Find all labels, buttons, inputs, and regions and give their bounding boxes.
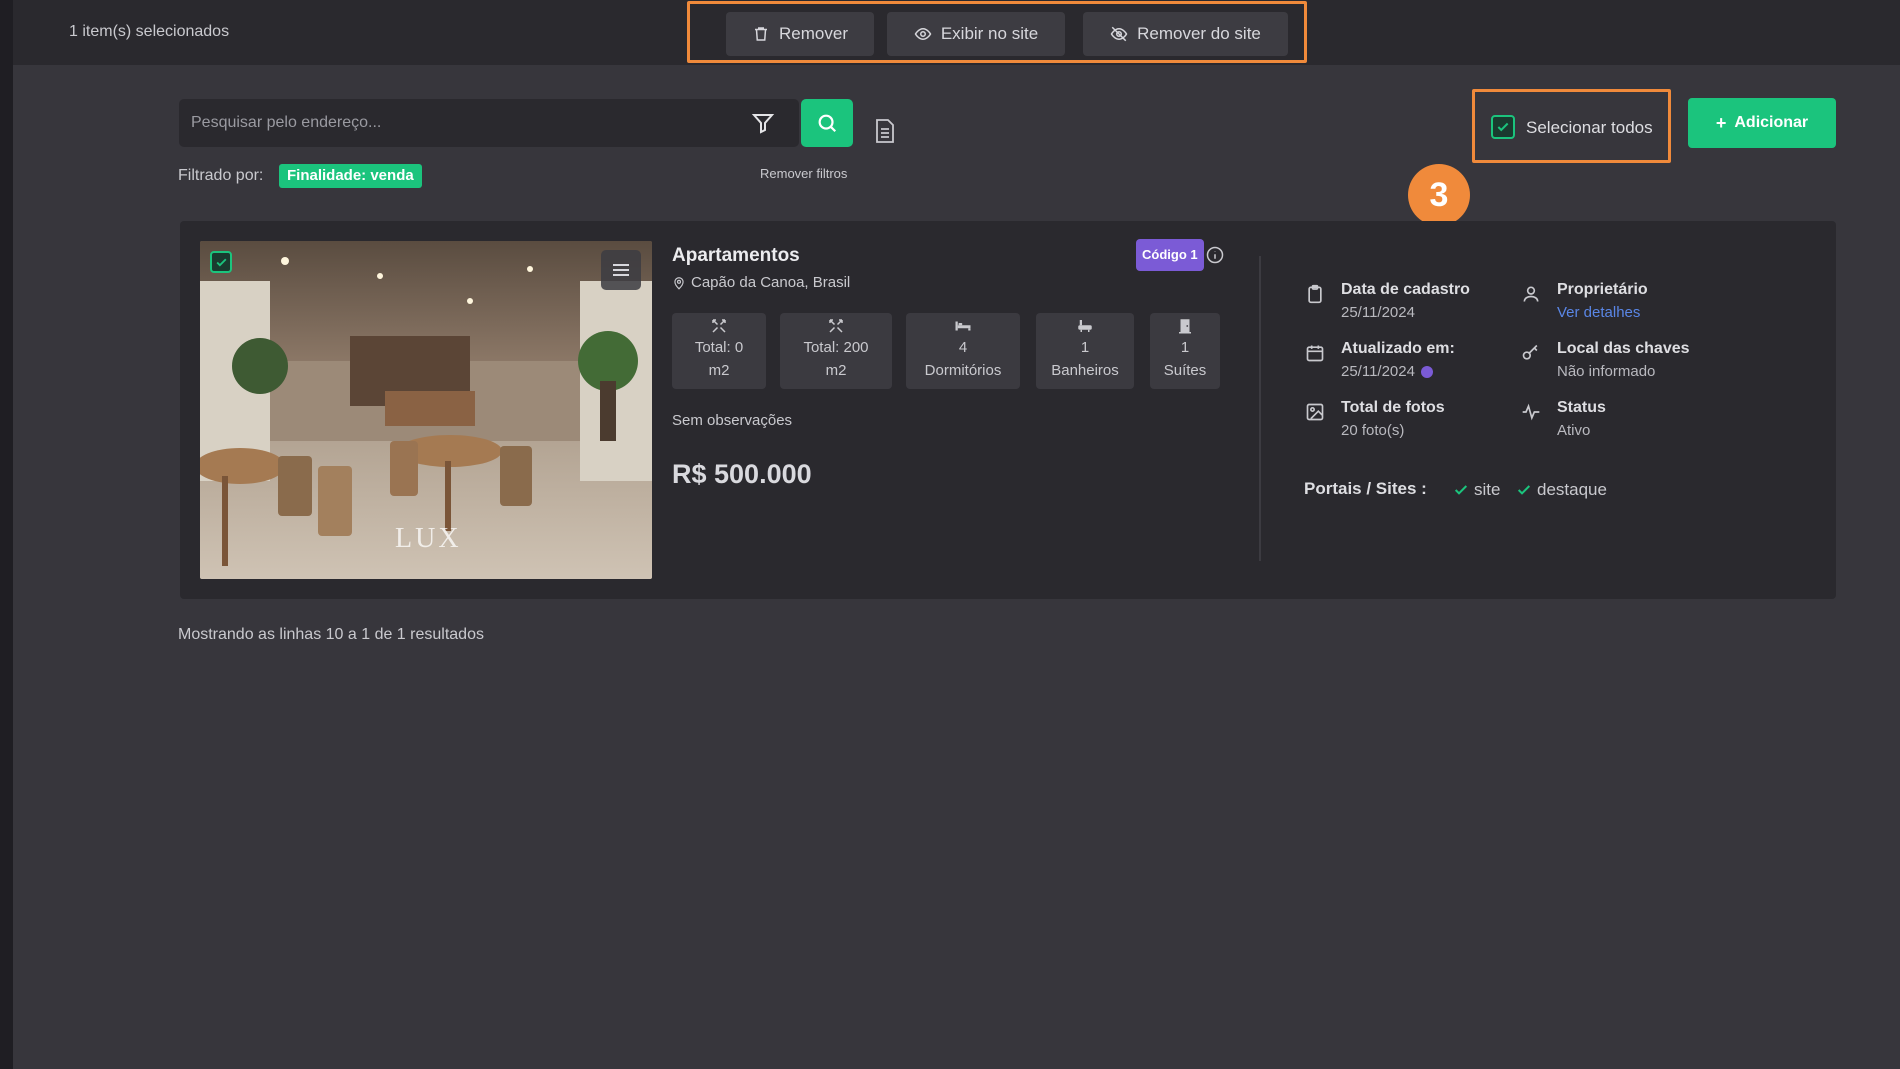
remove-from-site-button[interactable]: Remover do site [1083, 12, 1288, 56]
active-filter-chip[interactable]: Finalidade: venda [279, 164, 422, 188]
owner-details-link[interactable]: Ver detalhes [1557, 304, 1640, 321]
listing-location: Capão da Canoa, Brasil [672, 274, 850, 291]
created-value: 25/11/2024 [1341, 304, 1415, 321]
feature-value: 1 [1080, 339, 1090, 356]
updated-value: 25/11/2024 [1341, 363, 1415, 380]
select-all-checkbox[interactable] [1491, 115, 1515, 139]
listing-price: R$ 500.000 [672, 459, 812, 489]
updated-value-row: 25/11/2024 [1341, 363, 1433, 380]
listing-menu-button[interactable] [601, 250, 641, 290]
feature-value: Total: 200 [803, 339, 869, 356]
updated-label: Atualizado em: [1341, 340, 1455, 357]
filtered-by-label: Filtrado por: [178, 167, 264, 184]
feature-bedrooms: 4 Dormitórios [906, 313, 1020, 389]
activity-icon [1522, 403, 1540, 421]
status-label: Status [1557, 399, 1606, 416]
door-icon [1179, 319, 1191, 334]
eye-off-icon [1110, 26, 1128, 42]
image-icon [1306, 403, 1324, 421]
clipboard-icon [1308, 284, 1322, 304]
show-on-site-button[interactable]: Exibir no site [887, 12, 1065, 56]
search-bar [179, 99, 799, 147]
show-on-site-label: Exibir no site [940, 24, 1039, 43]
card-divider [1259, 256, 1261, 561]
status-dot [1420, 366, 1433, 379]
code-badge: Código 1 [1136, 239, 1204, 271]
feature-unit: Banheiros [1051, 362, 1119, 379]
select-all-highlight: Selecionar todos [1472, 89, 1671, 163]
location-text: Capão da Canoa, Brasil [691, 274, 851, 291]
area-icon [712, 319, 726, 333]
feature-total-area-2: Total: 200 m2 [780, 313, 892, 389]
select-all-label[interactable]: Selecionar todos [1526, 118, 1653, 138]
property-photo[interactable]: LUX [200, 241, 652, 579]
check-icon [1454, 485, 1468, 495]
area-icon [829, 319, 843, 333]
portals-label: Portais / Sites : [1304, 479, 1427, 498]
feature-unit: m2 [708, 362, 730, 379]
feature-value: Total: 0 [694, 339, 744, 356]
listing-title[interactable]: Apartamentos [672, 245, 800, 267]
remove-button[interactable]: Remover [726, 12, 874, 56]
results-summary: Mostrando as linhas 10 a 1 de 1 resultad… [178, 626, 484, 643]
bulk-actions-highlight: Remover Exibir no site Remover do site [687, 1, 1307, 63]
observations: Sem observações [672, 412, 793, 429]
image-watermark: LUX [395, 523, 462, 554]
feature-unit: Dormitórios [924, 362, 1002, 379]
document-icon[interactable] [874, 118, 896, 144]
remove-filters-link[interactable]: Remover filtros [760, 166, 847, 181]
status-value: Ativo [1557, 422, 1591, 439]
user-icon [1523, 286, 1539, 302]
menu-icon [613, 264, 629, 276]
portal-site: site [1453, 480, 1500, 500]
add-button[interactable]: + Adicionar [1688, 98, 1836, 148]
created-label: Data de cadastro [1341, 281, 1470, 298]
remove-from-site-label: Remover do site [1137, 24, 1261, 43]
listing-checkbox[interactable] [210, 251, 232, 273]
feature-value: 1 [1180, 339, 1190, 356]
map-pin-icon [674, 276, 684, 290]
property-card: LUX Apartamentos Capão da Canoa, Brasil … [180, 221, 1836, 599]
search-button[interactable] [801, 99, 853, 147]
bath-icon [1078, 320, 1092, 332]
feature-value: 4 [958, 339, 968, 356]
remove-button-label: Remover [779, 24, 848, 43]
portal-site-label: site [1474, 480, 1501, 499]
feature-unit: Suítes [1163, 362, 1207, 379]
filter-icon[interactable] [751, 111, 775, 135]
keys-label: Local das chaves [1557, 340, 1690, 357]
feature-bathrooms: 1 Banheiros [1036, 313, 1134, 389]
check-icon [216, 258, 226, 267]
plus-icon: + [1715, 112, 1727, 133]
left-edge [0, 0, 13, 1069]
check-icon [1497, 122, 1509, 132]
check-icon [1517, 485, 1531, 495]
photos-value: 20 foto(s) [1341, 422, 1405, 439]
portal-destaque-label: destaque [1537, 480, 1607, 499]
trash-icon [755, 27, 768, 41]
search-input[interactable] [179, 99, 739, 147]
photos-label: Total de fotos [1341, 399, 1445, 416]
calendar-icon [1306, 345, 1324, 362]
step-number-badge: 3 [1408, 164, 1470, 226]
eye-icon [914, 27, 932, 41]
feature-suites: 1 Suítes [1150, 313, 1220, 389]
bed-icon [955, 321, 971, 331]
portal-destaque: destaque [1516, 480, 1607, 500]
keys-value: Não informado [1557, 363, 1656, 380]
feature-unit: m2 [825, 362, 847, 379]
key-icon [1522, 344, 1538, 360]
info-icon[interactable] [1206, 246, 1224, 264]
feature-total-area-1: Total: 0 m2 [672, 313, 766, 389]
search-icon [818, 114, 837, 133]
owner-label: Proprietário [1557, 281, 1648, 298]
add-button-label: Adicionar [1734, 114, 1809, 131]
selected-count: 1 item(s) selecionados [69, 23, 230, 40]
